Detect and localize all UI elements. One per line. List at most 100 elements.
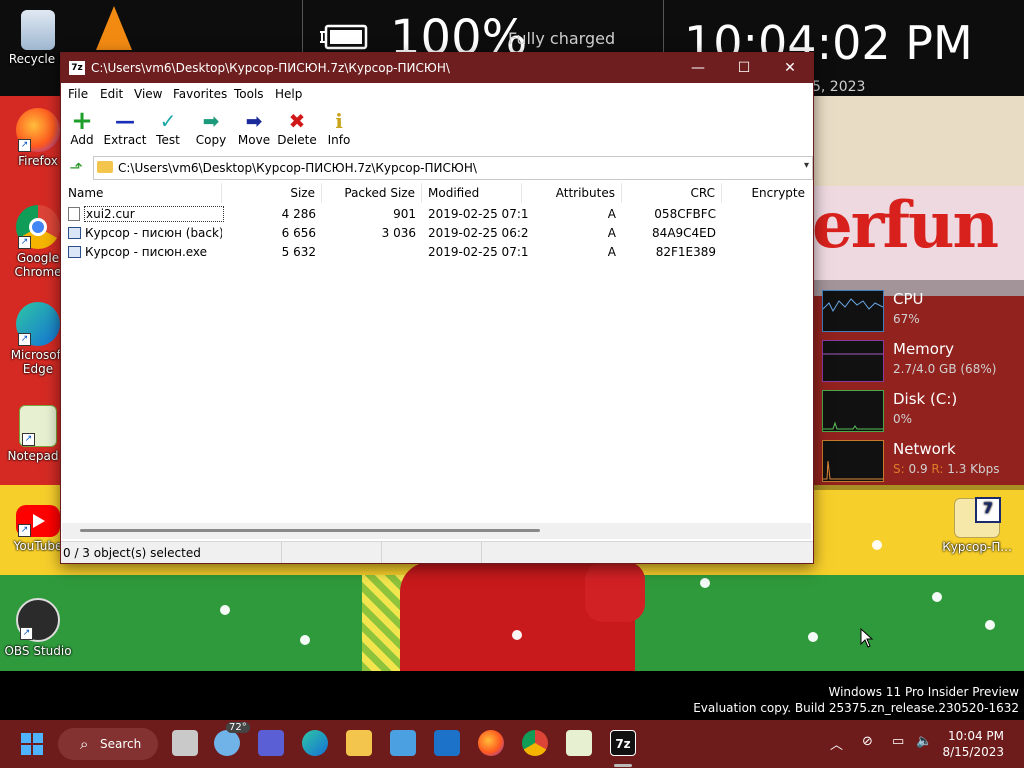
test-button[interactable]: ✓ Test — [146, 109, 190, 147]
menu-help[interactable]: Help — [275, 87, 302, 101]
extract-button[interactable]: — Extract — [103, 109, 147, 147]
menu-favorites[interactable]: Favorites — [173, 87, 227, 101]
notepadpp-taskbar-icon[interactable] — [566, 730, 592, 756]
up-folder-icon[interactable]: ⬏ — [65, 158, 87, 178]
delete-x-icon: ✖ — [288, 109, 306, 133]
performance-widget: CPU 67% Memory 2.7/4.0 GB (68%) Disk (C:… — [812, 280, 1024, 490]
perf-memory[interactable]: Memory 2.7/4.0 GB (68%) — [822, 340, 1022, 386]
delete-button[interactable]: ✖ Delete — [275, 109, 319, 147]
active-app-indicator — [614, 764, 632, 767]
task-view-icon[interactable] — [172, 730, 198, 756]
desktop-icon-label: OBS Studio — [4, 644, 72, 658]
battery-icon — [320, 24, 368, 50]
edge-taskbar-icon[interactable] — [302, 730, 328, 756]
menu-edit[interactable]: Edit — [100, 87, 123, 101]
column-header-attributes[interactable]: Attributes — [522, 183, 622, 203]
menu-view[interactable]: View — [134, 87, 162, 101]
toolbar-label: Copy — [195, 133, 227, 147]
toolbar-label: Add — [70, 133, 94, 147]
weather-icon[interactable]: 72° — [214, 722, 250, 756]
exe-file-icon — [68, 227, 81, 239]
close-button[interactable]: ✕ — [767, 53, 813, 83]
mail-icon[interactable] — [434, 730, 460, 756]
file-crc: 82F1E389 — [655, 245, 716, 259]
snowflake — [872, 540, 882, 550]
perf-label: Memory — [893, 340, 955, 358]
volume-icon[interactable]: 🔈 — [916, 734, 932, 749]
address-text[interactable]: C:\Users\vm6\Desktop\Курсор-ПИСЮН.7z\Кур… — [118, 161, 477, 175]
watermark-line1: Windows 11 Pro Insider Preview — [828, 685, 1019, 699]
scrollbar-thumb[interactable] — [80, 529, 540, 532]
horizontal-scrollbar[interactable] — [62, 523, 811, 539]
taskbar-search[interactable]: ⌕ Search — [58, 728, 158, 760]
perf-disk[interactable]: Disk (C:) 0% — [822, 390, 1022, 436]
column-header-name[interactable]: Name — [62, 183, 222, 203]
file-explorer-icon[interactable] — [346, 730, 372, 756]
teams-meet-icon[interactable] — [258, 730, 284, 756]
info-button[interactable]: i Info — [317, 109, 361, 147]
toolbar-label: Move — [237, 133, 271, 147]
vlc-icon[interactable] — [96, 6, 132, 50]
maximize-button[interactable]: ☐ — [721, 53, 767, 83]
7zip-window: 7z C:\Users\vm6\Desktop\Курсор-ПИСЮН.7z\… — [60, 52, 814, 564]
column-header-encrypted[interactable]: Encrypte — [722, 183, 811, 203]
column-header-crc[interactable]: CRC — [622, 183, 722, 203]
status-divider — [281, 542, 282, 563]
toolbar-label: Test — [156, 133, 180, 147]
taskbar-time: 10:04 PM — [948, 729, 1004, 743]
chrome-taskbar-icon[interactable] — [522, 730, 548, 756]
network-off-icon[interactable]: ⊘ — [862, 734, 873, 749]
minus-icon: — — [115, 109, 135, 133]
address-combobox[interactable]: C:\Users\vm6\Desktop\Курсор-ПИСЮН.7z\Кур… — [93, 156, 813, 180]
shortcut-arrow-icon: ↗ — [18, 333, 31, 346]
plus-icon: + — [71, 106, 93, 136]
7z-archive-icon: 7 — [954, 497, 1001, 538]
shortcut-arrow-icon: ↗ — [18, 524, 31, 537]
check-icon: ✓ — [159, 109, 177, 133]
display-icon[interactable]: ▭ — [892, 734, 904, 749]
status-divider — [481, 542, 482, 563]
perf-cpu[interactable]: CPU 67% — [822, 290, 1022, 336]
column-header-size[interactable]: Size — [222, 183, 322, 203]
taskbar: ⌕ Search 72° 7z ︿ ⊘ ▭ 🔈 10:04 PM 8/15/20… — [0, 720, 1024, 768]
mouse-cursor-icon — [860, 628, 874, 648]
menu-tools[interactable]: Tools — [234, 87, 264, 101]
start-windows-icon[interactable] — [21, 733, 43, 755]
taskbar-clock[interactable]: 10:04 PM 8/15/2023 — [942, 728, 1004, 760]
move-button[interactable]: ➡ Move — [232, 109, 276, 147]
table-row[interactable]: xui2.cur 4 286 901 2019-02-25 07:12 A 05… — [62, 205, 811, 224]
copy-button[interactable]: ➡ Copy — [189, 109, 233, 147]
shortcut-arrow-icon: ↗ — [18, 236, 31, 249]
wallpaper-cream — [812, 96, 1024, 186]
toolbar: + Add — Extract ✓ Test ➡ Copy ➡ Move ✖ D… — [61, 105, 813, 153]
minimize-button[interactable]: — — [675, 53, 721, 83]
menu-file[interactable]: File — [68, 87, 88, 101]
desktop-icon-obs[interactable]: ↗ OBS Studio — [3, 598, 73, 658]
add-button[interactable]: + Add — [60, 106, 104, 147]
perf-receive-value: 1.3 Kbps — [947, 462, 1000, 476]
perf-send-value: 0.9 — [908, 462, 928, 476]
title-bar[interactable]: 7z C:\Users\vm6\Desktop\Курсор-ПИСЮН.7z\… — [61, 53, 813, 83]
snowflake — [512, 630, 522, 640]
search-icon: ⌕ — [80, 735, 89, 753]
disk-graph — [822, 390, 884, 432]
chevron-down-icon[interactable]: ▾ — [804, 160, 809, 171]
snowflake — [220, 605, 230, 615]
column-header-packed-size[interactable]: Packed Size — [322, 183, 422, 203]
desktop-icon-7z-archive[interactable]: 7 Курсор-П... — [942, 497, 1012, 554]
store-icon[interactable] — [390, 730, 416, 756]
perf-network[interactable]: Network S: 0.9 R: 1.3 Kbps — [822, 440, 1022, 486]
perf-label: CPU — [893, 290, 924, 308]
7zip-taskbar-icon[interactable]: 7z — [610, 730, 636, 756]
table-row[interactable]: Курсор - писюн (back).... 6 656 3 036 20… — [62, 224, 811, 243]
folder-icon — [97, 161, 113, 173]
status-bar: 0 / 3 object(s) selected — [61, 541, 813, 563]
firefox-taskbar-icon[interactable] — [478, 730, 504, 756]
perf-value: 2.7/4.0 GB (68%) — [893, 362, 997, 376]
table-row[interactable]: Курсор - писюн.exe 5 632 2019-02-25 07:1… — [62, 243, 811, 262]
obs-icon: ↗ — [16, 598, 60, 642]
edge-icon: ↗ — [16, 302, 60, 346]
column-header-modified[interactable]: Modified — [422, 183, 522, 203]
file-modified: 2019-02-25 07:13 — [428, 245, 528, 259]
chevron-up-icon[interactable]: ︿ — [830, 734, 843, 753]
